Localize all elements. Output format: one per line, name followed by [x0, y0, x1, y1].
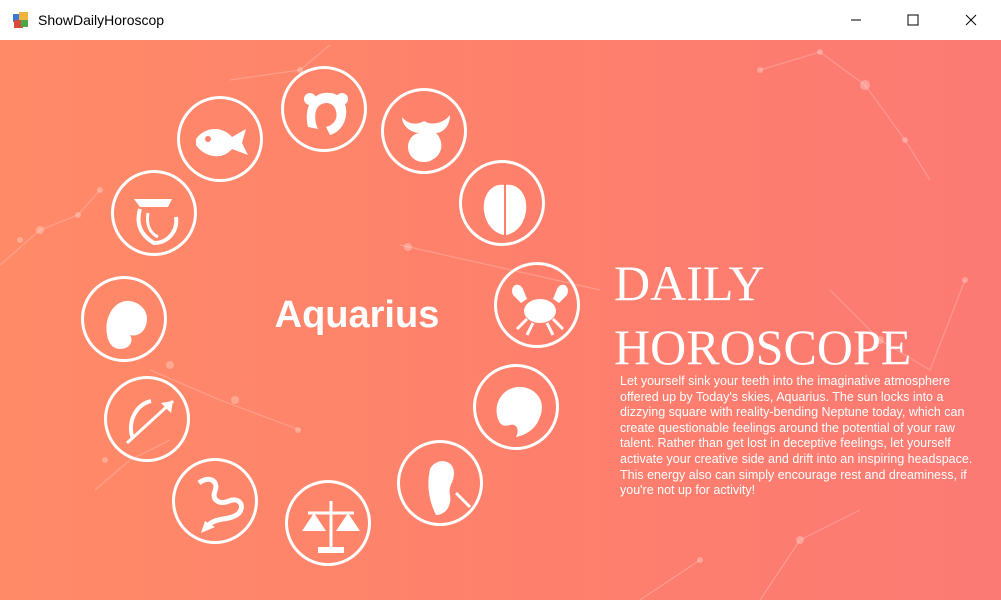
app-window: ShowDailyHoroscop Aquarius DAILY HOROSCO…	[0, 0, 1001, 600]
selected-sign-name: Aquarius	[274, 294, 440, 336]
heading-line-1: DAILY	[614, 255, 765, 311]
pisces-sign	[177, 96, 263, 182]
minimize-icon	[851, 19, 861, 21]
pisces-icon	[196, 128, 248, 157]
aries-icon	[304, 92, 348, 135]
heading-line-2: HOROSCOPE	[614, 319, 912, 375]
scorpio-sign	[172, 458, 258, 544]
gemini-sign	[459, 160, 545, 246]
taurus-icon	[402, 115, 450, 163]
horoscope-panel: Aquarius DAILY HOROSCOPE Let yourself si…	[0, 40, 1001, 600]
title-bar[interactable]: ShowDailyHoroscop	[0, 0, 1001, 40]
minimize-button[interactable]	[827, 0, 885, 40]
aries-sign	[281, 66, 367, 152]
scorpio-icon	[197, 476, 244, 533]
virgo-icon	[428, 461, 472, 515]
aquarius-icon	[134, 199, 179, 246]
sagittarius-icon	[125, 399, 175, 445]
cancer-sign	[494, 262, 580, 348]
close-button[interactable]	[942, 0, 1000, 40]
maximize-button[interactable]	[884, 0, 942, 40]
capricorn-sign	[81, 276, 167, 362]
libra-sign	[285, 480, 371, 566]
cancer-icon	[512, 284, 568, 336]
gemini-icon	[483, 184, 527, 235]
taurus-sign	[381, 88, 467, 174]
capricorn-icon	[106, 300, 148, 349]
close-icon	[965, 14, 977, 26]
libra-icon	[302, 501, 360, 553]
horoscope-text: Let yourself sink your teeth into the im…	[620, 374, 973, 498]
app-icon	[13, 12, 28, 28]
leo-sign	[473, 364, 559, 450]
maximize-icon	[907, 14, 919, 26]
virgo-sign	[397, 440, 483, 526]
leo-icon	[496, 386, 542, 437]
window-title: ShowDailyHoroscop	[38, 12, 165, 28]
sagittarius-sign	[104, 376, 190, 462]
